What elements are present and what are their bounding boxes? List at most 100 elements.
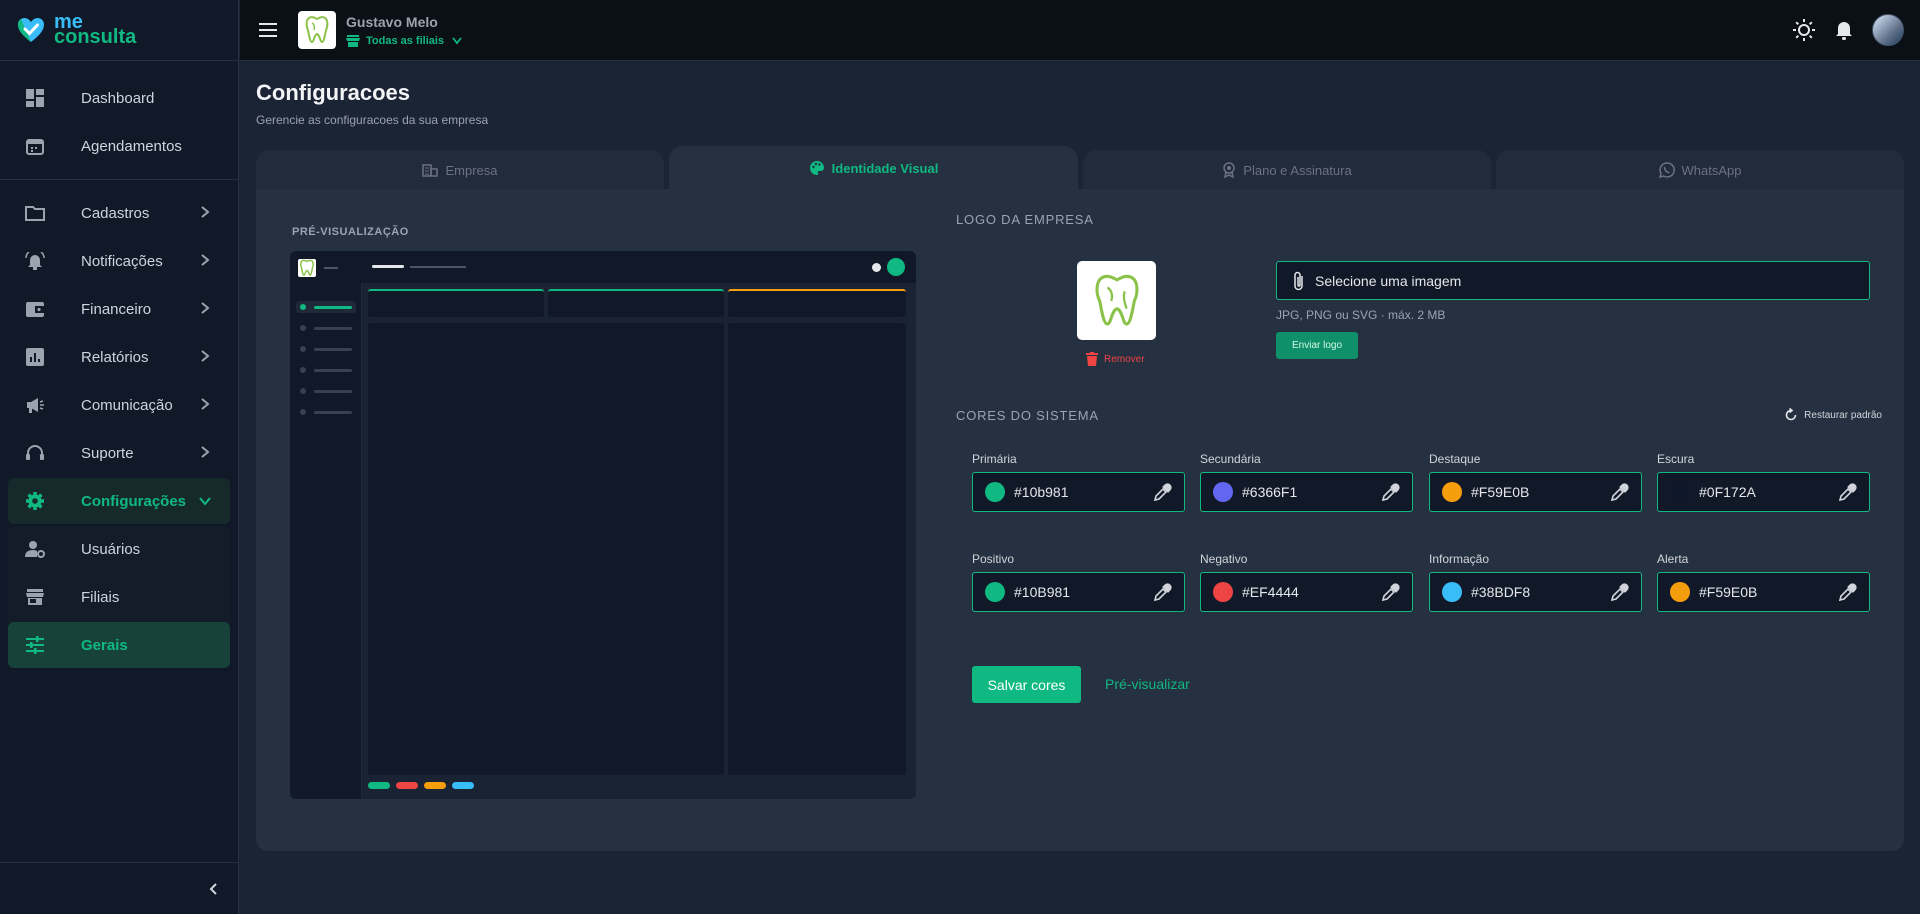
color-label: Primária bbox=[972, 452, 1017, 466]
company-name: Gustavo Melo bbox=[346, 13, 438, 30]
tab-whatsapp[interactable]: WhatsApp bbox=[1496, 150, 1904, 190]
sidebar-item-label: Cadastros bbox=[81, 204, 150, 222]
remove-logo-button[interactable]: Remover bbox=[1086, 352, 1145, 366]
tooth-icon bbox=[300, 259, 314, 276]
menu-toggle-button[interactable] bbox=[258, 22, 278, 38]
color-input[interactable]: #10b981 bbox=[972, 472, 1185, 512]
tab-label: Empresa bbox=[445, 162, 498, 178]
sidebar-item-label: Suporte bbox=[81, 444, 134, 462]
sidebar-item-filiais[interactable]: Filiais bbox=[8, 574, 230, 620]
sidebar-item-relatorios[interactable]: Relatórios bbox=[8, 334, 230, 380]
eyedropper-icon[interactable] bbox=[1380, 583, 1400, 603]
eyedropper-icon[interactable] bbox=[1380, 483, 1400, 503]
remove-label: Remover bbox=[1104, 353, 1145, 365]
color-input[interactable]: #F59E0B bbox=[1429, 472, 1642, 512]
folder-icon bbox=[25, 203, 45, 223]
tab-label: Identidade Visual bbox=[831, 160, 939, 176]
chevron-down-icon bbox=[199, 497, 211, 506]
sidebar-item-notificacoes[interactable]: Notificações bbox=[8, 238, 230, 284]
color-value: #38BDF8 bbox=[1471, 584, 1531, 600]
branch-selector[interactable]: Todas as filiais bbox=[346, 34, 468, 47]
sidebar-item-comunicacao[interactable]: Comunicação bbox=[8, 382, 230, 428]
color-label: Alerta bbox=[1657, 552, 1689, 566]
tooth-icon bbox=[305, 16, 329, 44]
sidebar-item-gerais[interactable]: Gerais bbox=[8, 622, 230, 668]
building-icon bbox=[422, 164, 439, 177]
sidebar-item-configuracoes[interactable]: Configurações bbox=[8, 478, 230, 524]
company-logo[interactable] bbox=[298, 11, 336, 49]
color-input[interactable]: #0F172A bbox=[1657, 472, 1870, 512]
preview-color-chip bbox=[368, 782, 390, 789]
preview-sidebar-dot bbox=[300, 346, 306, 352]
chevron-right-icon bbox=[201, 398, 210, 410]
preview-colors-link[interactable]: Pré-visualizar bbox=[1105, 676, 1190, 692]
sidebar-item-label: Filiais bbox=[81, 588, 120, 606]
sidebar-item-cadastros[interactable]: Cadastros bbox=[8, 190, 230, 236]
tab-identidade-visual[interactable]: Identidade Visual bbox=[669, 146, 1078, 190]
preview-sidebar-dot bbox=[300, 409, 306, 415]
preview-subtitle-bar bbox=[410, 266, 466, 268]
color-input[interactable]: #38BDF8 bbox=[1429, 572, 1642, 612]
color-field-alerta: Alerta #F59E0B bbox=[1657, 552, 1870, 612]
eyedropper-icon[interactable] bbox=[1609, 483, 1629, 503]
color-swatch[interactable] bbox=[1213, 482, 1233, 502]
eyedropper-icon[interactable] bbox=[1609, 583, 1629, 603]
hamburger-icon bbox=[259, 23, 277, 37]
color-label: Escura bbox=[1657, 452, 1695, 466]
color-input[interactable]: #6366F1 bbox=[1200, 472, 1413, 512]
dashboard-icon bbox=[25, 88, 45, 108]
color-input[interactable]: #10B981 bbox=[972, 572, 1185, 612]
chevron-right-icon bbox=[201, 350, 210, 362]
brand-logo[interactable]: me consulta bbox=[0, 0, 238, 61]
preview-topbar bbox=[290, 251, 916, 283]
color-input[interactable]: #EF4444 bbox=[1200, 572, 1413, 612]
save-colors-button[interactable]: Salvar cores bbox=[972, 666, 1081, 703]
sidebar-item-agendamentos[interactable]: Agendamentos bbox=[8, 123, 230, 169]
color-swatch[interactable] bbox=[1670, 582, 1690, 602]
color-value: #10B981 bbox=[1014, 584, 1071, 600]
eyedropper-icon[interactable] bbox=[1837, 583, 1857, 603]
upload-logo-button[interactable]: Enviar logo bbox=[1276, 332, 1358, 359]
sidebar-item-suporte[interactable]: Suporte bbox=[8, 430, 230, 476]
eyedropper-icon[interactable] bbox=[1837, 483, 1857, 503]
restore-default-button[interactable]: Restaurar padrão bbox=[1784, 408, 1882, 422]
color-input[interactable]: #F59E0B bbox=[1657, 572, 1870, 612]
preview-main-area bbox=[368, 323, 724, 775]
color-label: Secundária bbox=[1200, 452, 1261, 466]
preview-color-chip bbox=[396, 782, 418, 789]
preview-sidebar-line bbox=[314, 411, 352, 414]
award-icon bbox=[1223, 162, 1236, 178]
preview-side-area bbox=[728, 323, 906, 775]
user-avatar[interactable] bbox=[1872, 14, 1904, 46]
theme-toggle-button[interactable] bbox=[1792, 18, 1816, 42]
preview-title-bar bbox=[372, 265, 404, 268]
preview-sidebar-dot bbox=[300, 367, 306, 373]
color-swatch[interactable] bbox=[1442, 582, 1462, 602]
paperclip-icon bbox=[1294, 271, 1303, 290]
tab-plano-assinatura[interactable]: Plano e Assinatura bbox=[1083, 150, 1491, 190]
logo-file-input[interactable]: Selecione uma imagem bbox=[1276, 261, 1870, 300]
color-swatch[interactable] bbox=[985, 582, 1005, 602]
color-swatch[interactable] bbox=[985, 482, 1005, 502]
eyedropper-icon[interactable] bbox=[1152, 583, 1172, 603]
color-label: Positivo bbox=[972, 552, 1015, 566]
sidebar-item-usuarios[interactable]: Usuários bbox=[8, 526, 230, 572]
preview-label: PRÉ-VISUALIZAÇÃO bbox=[292, 226, 409, 238]
color-swatch[interactable] bbox=[1442, 482, 1462, 502]
header-actions bbox=[1792, 14, 1904, 46]
color-swatch[interactable] bbox=[1213, 582, 1233, 602]
page-subtitle: Gerencie as configuracoes da sua empresa bbox=[256, 113, 489, 127]
preview-card-1 bbox=[368, 289, 544, 317]
sidebar-item-financeiro[interactable]: Financeiro bbox=[8, 286, 230, 332]
color-swatch[interactable] bbox=[1670, 482, 1690, 502]
eyedropper-icon[interactable] bbox=[1152, 483, 1172, 503]
sidebar-submenu: Usuários Filiais Gerais bbox=[8, 526, 230, 668]
color-field-positivo: Positivo #10B981 bbox=[972, 552, 1185, 612]
file-hint: JPG, PNG ou SVG · máx. 2 MB bbox=[1276, 308, 1446, 322]
notifications-button[interactable] bbox=[1834, 19, 1854, 41]
sidebar-collapse-button[interactable] bbox=[0, 862, 239, 914]
tab-empresa[interactable]: Empresa bbox=[256, 150, 664, 190]
sidebar-item-dashboard[interactable]: Dashboard bbox=[8, 75, 230, 121]
color-field-destaque: Destaque #F59E0B bbox=[1429, 452, 1642, 512]
color-label: Informação bbox=[1429, 552, 1490, 566]
